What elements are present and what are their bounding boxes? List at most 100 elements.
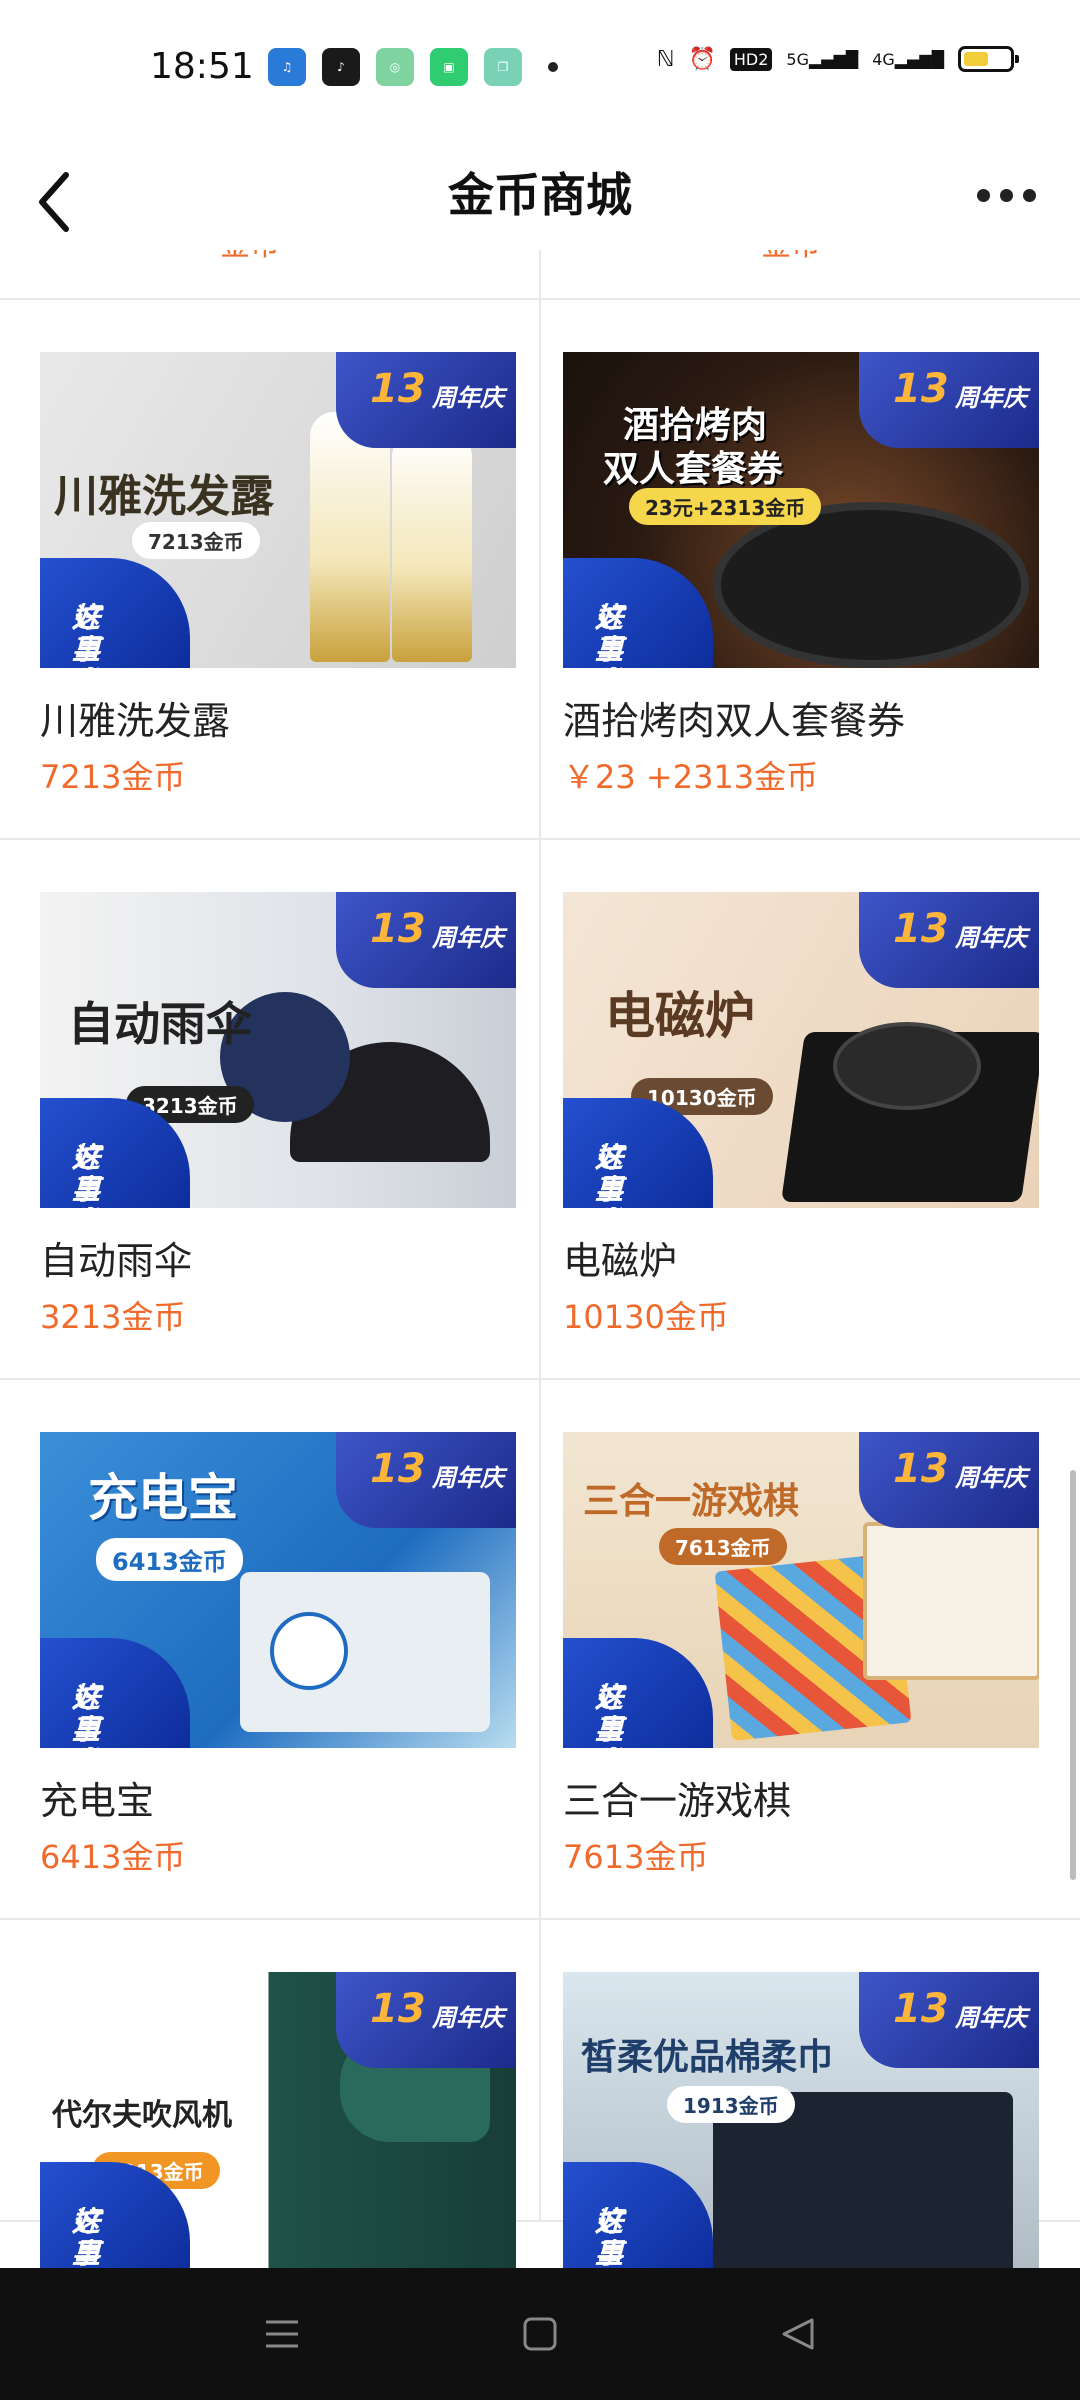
5g-signal-icon: 5G▂▄▆█	[786, 49, 859, 69]
badge-number: 13	[370, 1446, 426, 1492]
battery-icon	[958, 46, 1019, 72]
badge-number: 13	[893, 1446, 949, 1492]
title-bar: 金币商城	[0, 140, 1080, 250]
anniversary-badge: 13 周年庆	[859, 1432, 1039, 1528]
badge-text: 周年庆	[955, 1464, 1027, 1492]
promo-corner: 好事在这里发生	[40, 1638, 190, 1748]
bottle-shape	[392, 432, 472, 662]
anniversary-badge: 13 周年庆	[336, 1972, 516, 2068]
product-card[interactable]: 金币	[0, 250, 541, 298]
status-time: 18:51	[150, 46, 254, 87]
image-price-pill: 1913金币	[667, 2086, 795, 2123]
promo-line2: 这里发生	[72, 1141, 101, 1209]
promo-line2: 这里发生	[595, 2205, 624, 2269]
badge-text: 周年庆	[955, 924, 1027, 952]
hd-icon: HD2	[729, 47, 773, 71]
badge-number: 13	[370, 906, 426, 952]
promo-line2: 这里发生	[595, 601, 624, 669]
more-dot	[1022, 188, 1036, 202]
product-card[interactable]: 自动雨伞 3213金币 13周年庆 好事在这里发生 自动雨伞 3213金币	[0, 840, 541, 1378]
product-card[interactable]: 代尔夫吹风机 6013金币 13周年庆 好事在这里发生	[0, 1920, 541, 2268]
product-image[interactable]: 电磁炉 10130金币 13周年庆 好事在这里发生	[563, 892, 1039, 1208]
image-headline: 自动雨伞	[68, 997, 252, 1051]
product-card[interactable]: 电磁炉 10130金币 13周年庆 好事在这里发生 电磁炉 10130金币	[541, 840, 1080, 1378]
product-list[interactable]: 金币 金币 川雅洗发露 7213金币 13周年庆 好事在这里发生 川雅洗发露 7…	[0, 250, 1080, 2268]
product-image[interactable]: 皙柔优品棉柔巾 1913金币 13周年庆 好事在这里发生	[563, 1972, 1039, 2268]
image-headline: 川雅洗发露	[54, 471, 274, 522]
image-headline: 三合一游戏棋	[583, 1481, 800, 1522]
anniversary-badge: 13 周年庆	[859, 352, 1039, 448]
product-price: 7613金币	[563, 1838, 709, 1876]
battery-fill	[964, 52, 988, 66]
promo-line2: 这里发生	[72, 1681, 101, 1749]
product-image[interactable]: 代尔夫吹风机 6013金币 13周年庆 好事在这里发生	[40, 1972, 516, 2268]
product-price: 3213金币	[40, 1298, 186, 1336]
promo-corner: 好事在这里发生	[563, 1638, 713, 1748]
chinese-checkers-shape	[863, 1522, 1039, 1680]
product-price-peek: 金币	[220, 250, 280, 264]
product-image[interactable]: 三合一游戏棋 7613金币 13周年庆 好事在这里发生	[563, 1432, 1039, 1748]
image-price-pill: 23元+2313金币	[629, 488, 822, 525]
4g-signal-icon: 4G▂▄▆█	[872, 49, 944, 69]
promo-corner: 好事在这里发生	[563, 558, 713, 668]
tiktok-icon: ♪	[322, 48, 360, 86]
promo-line2: 这里发生	[72, 2205, 101, 2269]
status-bar: 18:51 ♫ ♪ ◎ ▣ ❐ ℕ ⏰ HD2 5G▂▄▆█ 4G▂▄▆█	[0, 0, 1080, 140]
chevron-left-icon	[39, 172, 69, 232]
product-card[interactable]: 金币	[541, 250, 1080, 298]
promo-corner: 好事在这里发生	[40, 558, 190, 668]
product-image[interactable]: 川雅洗发露 7213金币 13周年庆 好事在这里发生	[40, 352, 516, 668]
more-button[interactable]	[956, 150, 1056, 240]
badge-text: 周年庆	[432, 924, 504, 952]
badge-text: 周年庆	[432, 2004, 504, 2032]
badge-text: 周年庆	[432, 1464, 504, 1492]
gallery-app-icon: ❐	[484, 48, 522, 86]
product-row: 川雅洗发露 7213金币 13周年庆 好事在这里发生 川雅洗发露 7213金币 …	[0, 300, 1080, 840]
promo-line2: 这里发生	[595, 1681, 624, 1749]
product-name: 充电宝	[40, 1779, 155, 1823]
product-name: 电磁炉	[563, 1239, 678, 1283]
image-headline: 皙柔优品棉柔巾	[581, 2037, 834, 2078]
image-price-pill: 7613金币	[659, 1528, 787, 1565]
product-card[interactable]: 皙柔优品棉柔巾 1913金币 13周年庆 好事在这里发生	[541, 1920, 1080, 2268]
navigation-bar	[0, 2268, 1080, 2400]
menu-icon	[266, 2320, 298, 2348]
product-row: 自动雨伞 3213金币 13周年庆 好事在这里发生 自动雨伞 3213金币 电磁…	[0, 840, 1080, 1380]
back-nav-button[interactable]	[758, 2298, 838, 2370]
product-name: 川雅洗发露	[40, 699, 231, 743]
menu-button[interactable]	[242, 2298, 322, 2370]
product-price: ￥23 +2313金币	[563, 758, 819, 796]
image-price-pill: 6413金币	[96, 1538, 243, 1581]
promo-line2: 这里发生	[595, 1141, 624, 1209]
home-button[interactable]	[500, 2298, 580, 2370]
anniversary-badge: 13 周年庆	[859, 1972, 1039, 2068]
promo-corner: 好事在这里发生	[563, 2162, 713, 2268]
product-image[interactable]: 充电宝 6413金币 13周年庆 好事在这里发生	[40, 1432, 516, 1748]
product-card[interactable]: 三合一游戏棋 7613金币 13周年庆 好事在这里发生 三合一游戏棋 7613金…	[541, 1380, 1080, 1918]
badge-text: 周年庆	[955, 2004, 1027, 2032]
home-square-icon	[523, 2317, 557, 2351]
image-headline: 电磁炉	[605, 987, 755, 1045]
back-button[interactable]	[26, 150, 116, 240]
product-card[interactable]: 酒拾烤肉 双人套餐券 23元+2313金币 13周年庆 好事在这里发生 酒拾烤肉…	[541, 300, 1080, 838]
anniversary-badge: 13 周年庆	[336, 1432, 516, 1528]
more-dot	[999, 188, 1013, 202]
system-icons: ℕ ⏰ HD2 5G▂▄▆█ 4G▂▄▆█	[657, 46, 1019, 72]
music-app-icon: ♫	[268, 48, 306, 86]
product-card[interactable]: 川雅洗发露 7213金币 13周年庆 好事在这里发生 川雅洗发露 7213金币	[0, 300, 541, 838]
anniversary-badge: 13 周年庆	[859, 892, 1039, 988]
4g-label: 4G	[872, 49, 895, 69]
store-app-icon: ▣	[430, 48, 468, 86]
image-headline: 充电宝	[88, 1469, 238, 1527]
more-notifications-icon	[548, 62, 558, 72]
product-card[interactable]: 充电宝 6413金币 13周年庆 好事在这里发生 充电宝 6413金币	[0, 1380, 541, 1918]
5g-label: 5G	[786, 49, 809, 69]
product-price: 10130金币	[563, 1298, 729, 1336]
product-image[interactable]: 自动雨伞 3213金币 13周年庆 好事在这里发生	[40, 892, 516, 1208]
scrollbar[interactable]	[1070, 1470, 1076, 1880]
product-price: 6413金币	[40, 1838, 186, 1876]
camera-app-icon: ◎	[376, 48, 414, 86]
anniversary-badge: 13 周年庆	[336, 892, 516, 988]
product-image[interactable]: 酒拾烤肉 双人套餐券 23元+2313金币 13周年庆 好事在这里发生	[563, 352, 1039, 668]
grill-pan-shape	[713, 502, 1029, 668]
